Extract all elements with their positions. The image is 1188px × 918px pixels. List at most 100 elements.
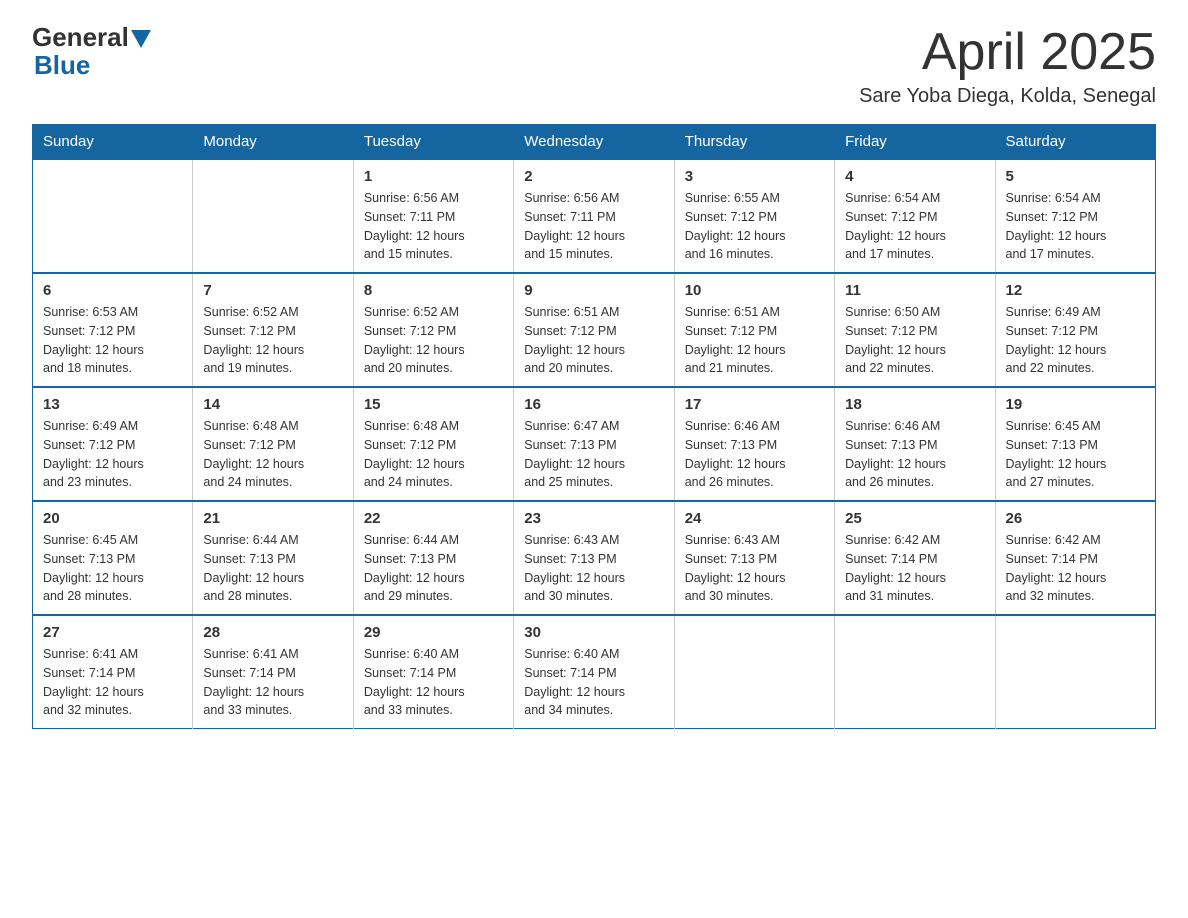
calendar-week-2: 6 Sunrise: 6:53 AMSunset: 7:12 PMDaylight… bbox=[33, 273, 1156, 387]
calendar-week-1: 1Sunrise: 6:56 AMSunset: 7:11 PMDaylight… bbox=[33, 159, 1156, 273]
calendar-cell: 16 Sunrise: 6:47 AMSunset: 7:13 PMDayligh… bbox=[514, 387, 674, 501]
day-info: Sunrise: 6:46 AMSunset: 7:13 PMDaylight:… bbox=[685, 417, 824, 492]
calendar-cell: 15 Sunrise: 6:48 AMSunset: 7:12 PMDayligh… bbox=[353, 387, 513, 501]
day-info: Sunrise: 6:41 AMSunset: 7:14 PMDaylight:… bbox=[43, 645, 182, 720]
calendar-cell bbox=[995, 615, 1155, 729]
calendar-cell: 3 Sunrise: 6:55 AMSunset: 7:12 PMDaylight… bbox=[674, 159, 834, 273]
day-number: 11 bbox=[845, 282, 984, 299]
day-info: Sunrise: 6:52 AMSunset: 7:12 PMDaylight:… bbox=[364, 303, 503, 378]
day-number: 23 bbox=[524, 510, 663, 527]
calendar-cell: 30 Sunrise: 6:40 AMSunset: 7:14 PMDayligh… bbox=[514, 615, 674, 729]
day-number: 4 bbox=[845, 168, 984, 185]
day-number: 30 bbox=[524, 624, 663, 641]
day-number: 20 bbox=[43, 510, 182, 527]
calendar-table: Sunday Monday Tuesday Wednesday Thursday… bbox=[32, 124, 1156, 729]
calendar-cell bbox=[33, 159, 193, 273]
calendar-week-3: 13 Sunrise: 6:49 AMSunset: 7:12 PMDayligh… bbox=[33, 387, 1156, 501]
logo-general-text: General bbox=[32, 24, 129, 50]
day-number: 22 bbox=[364, 510, 503, 527]
calendar-cell: 4 Sunrise: 6:54 AMSunset: 7:12 PMDaylight… bbox=[835, 159, 995, 273]
header-sunday: Sunday bbox=[33, 125, 193, 160]
day-number: 16 bbox=[524, 396, 663, 413]
day-number: 13 bbox=[43, 396, 182, 413]
day-info: Sunrise: 6:41 AMSunset: 7:14 PMDaylight:… bbox=[203, 645, 342, 720]
day-number: 9 bbox=[524, 282, 663, 299]
calendar-cell: 24Sunrise: 6:43 AMSunset: 7:13 PMDayligh… bbox=[674, 501, 834, 615]
day-number: 5 bbox=[1006, 168, 1145, 185]
calendar-header: Sunday Monday Tuesday Wednesday Thursday… bbox=[33, 125, 1156, 160]
header-row: Sunday Monday Tuesday Wednesday Thursday… bbox=[33, 125, 1156, 160]
calendar-cell: 13 Sunrise: 6:49 AMSunset: 7:12 PMDayligh… bbox=[33, 387, 193, 501]
calendar-cell: 2Sunrise: 6:56 AMSunset: 7:11 PMDaylight… bbox=[514, 159, 674, 273]
day-info: Sunrise: 6:40 AMSunset: 7:14 PMDaylight:… bbox=[524, 645, 663, 720]
calendar-cell: 26 Sunrise: 6:42 AMSunset: 7:14 PMDayligh… bbox=[995, 501, 1155, 615]
calendar-cell: 6 Sunrise: 6:53 AMSunset: 7:12 PMDaylight… bbox=[33, 273, 193, 387]
calendar-cell bbox=[193, 159, 353, 273]
day-info: Sunrise: 6:48 AMSunset: 7:12 PMDaylight:… bbox=[364, 417, 503, 492]
day-number: 3 bbox=[685, 168, 824, 185]
calendar-cell: 14 Sunrise: 6:48 AMSunset: 7:12 PMDayligh… bbox=[193, 387, 353, 501]
header-saturday: Saturday bbox=[995, 125, 1155, 160]
calendar-cell: 7Sunrise: 6:52 AMSunset: 7:12 PMDaylight… bbox=[193, 273, 353, 387]
calendar-cell: 12 Sunrise: 6:49 AMSunset: 7:12 PMDayligh… bbox=[995, 273, 1155, 387]
day-number: 14 bbox=[203, 396, 342, 413]
day-info: Sunrise: 6:49 AMSunset: 7:12 PMDaylight:… bbox=[43, 417, 182, 492]
day-info: Sunrise: 6:46 AMSunset: 7:13 PMDaylight:… bbox=[845, 417, 984, 492]
day-info: Sunrise: 6:51 AMSunset: 7:12 PMDaylight:… bbox=[524, 303, 663, 378]
day-info: Sunrise: 6:49 AMSunset: 7:12 PMDaylight:… bbox=[1006, 303, 1145, 378]
header-friday: Friday bbox=[835, 125, 995, 160]
logo-blue-text: Blue bbox=[32, 50, 90, 81]
day-number: 8 bbox=[364, 282, 503, 299]
day-info: Sunrise: 6:48 AMSunset: 7:12 PMDaylight:… bbox=[203, 417, 342, 492]
day-number: 18 bbox=[845, 396, 984, 413]
calendar-cell bbox=[674, 615, 834, 729]
day-info: Sunrise: 6:53 AMSunset: 7:12 PMDaylight:… bbox=[43, 303, 182, 378]
day-info: Sunrise: 6:45 AMSunset: 7:13 PMDaylight:… bbox=[1006, 417, 1145, 492]
calendar-cell: 9 Sunrise: 6:51 AMSunset: 7:12 PMDaylight… bbox=[514, 273, 674, 387]
day-number: 19 bbox=[1006, 396, 1145, 413]
day-number: 15 bbox=[364, 396, 503, 413]
calendar-cell: 27 Sunrise: 6:41 AMSunset: 7:14 PMDayligh… bbox=[33, 615, 193, 729]
day-number: 26 bbox=[1006, 510, 1145, 527]
day-info: Sunrise: 6:50 AMSunset: 7:12 PMDaylight:… bbox=[845, 303, 984, 378]
calendar-cell: 22 Sunrise: 6:44 AMSunset: 7:13 PMDayligh… bbox=[353, 501, 513, 615]
calendar-cell: 23Sunrise: 6:43 AMSunset: 7:13 PMDayligh… bbox=[514, 501, 674, 615]
calendar-cell: 8 Sunrise: 6:52 AMSunset: 7:12 PMDaylight… bbox=[353, 273, 513, 387]
day-number: 6 bbox=[43, 282, 182, 299]
day-info: Sunrise: 6:55 AMSunset: 7:12 PMDaylight:… bbox=[685, 189, 824, 264]
day-number: 21 bbox=[203, 510, 342, 527]
calendar-cell: 21Sunrise: 6:44 AMSunset: 7:13 PMDayligh… bbox=[193, 501, 353, 615]
calendar-cell: 1Sunrise: 6:56 AMSunset: 7:11 PMDaylight… bbox=[353, 159, 513, 273]
calendar-cell: 20 Sunrise: 6:45 AMSunset: 7:13 PMDayligh… bbox=[33, 501, 193, 615]
day-info: Sunrise: 6:54 AMSunset: 7:12 PMDaylight:… bbox=[845, 189, 984, 264]
calendar-cell: 29Sunrise: 6:40 AMSunset: 7:14 PMDayligh… bbox=[353, 615, 513, 729]
header-monday: Monday bbox=[193, 125, 353, 160]
day-info: Sunrise: 6:42 AMSunset: 7:14 PMDaylight:… bbox=[1006, 531, 1145, 606]
day-info: Sunrise: 6:56 AMSunset: 7:11 PMDaylight:… bbox=[364, 189, 503, 264]
header-thursday: Thursday bbox=[674, 125, 834, 160]
calendar-body: 1Sunrise: 6:56 AMSunset: 7:11 PMDaylight… bbox=[33, 159, 1156, 729]
day-number: 12 bbox=[1006, 282, 1145, 299]
day-info: Sunrise: 6:40 AMSunset: 7:14 PMDaylight:… bbox=[364, 645, 503, 720]
calendar-cell: 18 Sunrise: 6:46 AMSunset: 7:13 PMDayligh… bbox=[835, 387, 995, 501]
calendar-cell: 25 Sunrise: 6:42 AMSunset: 7:14 PMDayligh… bbox=[835, 501, 995, 615]
day-number: 27 bbox=[43, 624, 182, 641]
header-wednesday: Wednesday bbox=[514, 125, 674, 160]
day-info: Sunrise: 6:45 AMSunset: 7:13 PMDaylight:… bbox=[43, 531, 182, 606]
day-number: 7 bbox=[203, 282, 342, 299]
day-info: Sunrise: 6:42 AMSunset: 7:14 PMDaylight:… bbox=[845, 531, 984, 606]
logo-arrow-icon bbox=[131, 30, 151, 48]
day-info: Sunrise: 6:47 AMSunset: 7:13 PMDaylight:… bbox=[524, 417, 663, 492]
day-info: Sunrise: 6:51 AMSunset: 7:12 PMDaylight:… bbox=[685, 303, 824, 378]
page-subtitle: Sare Yoba Diega, Kolda, Senegal bbox=[859, 85, 1156, 108]
page-title: April 2025 bbox=[859, 24, 1156, 81]
day-info: Sunrise: 6:54 AMSunset: 7:12 PMDaylight:… bbox=[1006, 189, 1145, 264]
calendar-cell: 11 Sunrise: 6:50 AMSunset: 7:12 PMDayligh… bbox=[835, 273, 995, 387]
page-header: General Blue April 2025 Sare Yoba Diega,… bbox=[32, 24, 1156, 108]
calendar-week-4: 20 Sunrise: 6:45 AMSunset: 7:13 PMDayligh… bbox=[33, 501, 1156, 615]
day-info: Sunrise: 6:44 AMSunset: 7:13 PMDaylight:… bbox=[364, 531, 503, 606]
day-number: 25 bbox=[845, 510, 984, 527]
calendar-cell: 28Sunrise: 6:41 AMSunset: 7:14 PMDayligh… bbox=[193, 615, 353, 729]
calendar-cell: 5 Sunrise: 6:54 AMSunset: 7:12 PMDaylight… bbox=[995, 159, 1155, 273]
title-block: April 2025 Sare Yoba Diega, Kolda, Seneg… bbox=[859, 24, 1156, 108]
